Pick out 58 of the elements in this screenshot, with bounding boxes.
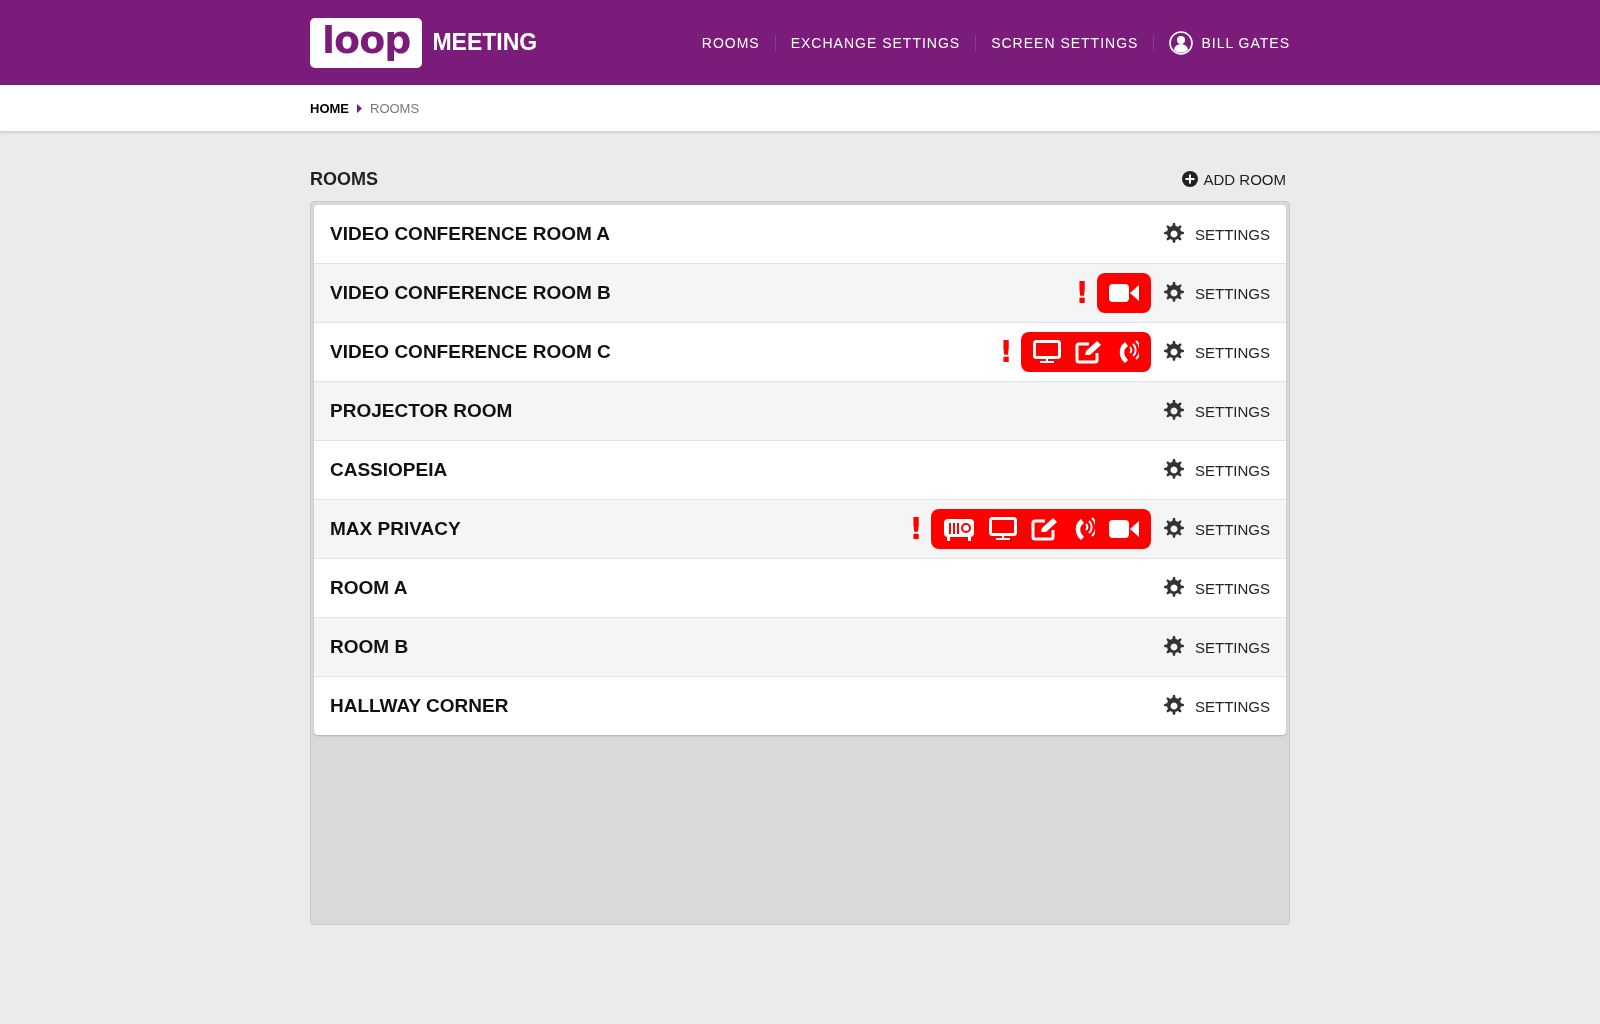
add-room-button[interactable]: ADD ROOM xyxy=(1177,170,1290,188)
user-avatar-icon xyxy=(1169,30,1194,55)
phone-signal-icon xyxy=(1073,516,1095,542)
room-row[interactable]: MAX PRIVACY ! SETTINGS xyxy=(314,499,1286,558)
edit-icon xyxy=(1075,340,1103,364)
nav-link[interactable]: ROOMS xyxy=(686,34,776,51)
plus-circle-icon xyxy=(1181,171,1198,187)
video-camera-icon xyxy=(1109,518,1139,540)
room-name: CASSIOPEIA xyxy=(330,459,449,481)
settings-icon xyxy=(1163,518,1185,540)
breadcrumb-link[interactable]: HOME xyxy=(310,100,349,116)
settings-button[interactable]: SETTINGS xyxy=(1163,695,1270,717)
nav-link[interactable]: EXCHANGE SETTINGS xyxy=(775,34,977,51)
breadcrumb-link[interactable]: ROOMS xyxy=(370,100,420,116)
settings-icon xyxy=(1163,459,1185,481)
edit-icon xyxy=(1031,517,1059,541)
settings-button[interactable]: SETTINGS xyxy=(1163,341,1270,363)
settings-icon xyxy=(1163,636,1185,658)
settings-icon xyxy=(1163,577,1185,599)
room-row[interactable]: VIDEO CONFERENCE ROOM A SETTINGS xyxy=(314,205,1286,263)
settings-button[interactable]: SETTINGS xyxy=(1163,400,1270,422)
room-row[interactable]: ROOM B SETTINGS xyxy=(314,617,1286,676)
alert-mark: ! xyxy=(909,514,923,544)
room-name: PROJECTOR ROOM xyxy=(330,400,514,422)
room-row[interactable]: PROJECTOR ROOM SETTINGS xyxy=(314,381,1286,440)
nav-link[interactable]: SCREEN SETTINGS xyxy=(976,34,1155,51)
room-name: VIDEO CONFERENCE ROOM C xyxy=(330,341,612,363)
settings-button[interactable]: SETTINGS xyxy=(1163,223,1270,245)
settings-button[interactable]: SETTINGS xyxy=(1163,282,1270,304)
room-name: ROOM A xyxy=(330,577,409,599)
settings-button[interactable]: SETTINGS xyxy=(1163,636,1270,658)
user-menu-link[interactable]: BILL GATES xyxy=(1201,34,1290,51)
monitor-icon xyxy=(1033,340,1061,364)
settings-button[interactable]: SETTINGS xyxy=(1163,518,1270,540)
settings-icon xyxy=(1163,341,1185,363)
room-name: VIDEO CONFERENCE ROOM A xyxy=(330,223,612,245)
room-name: HALLWAY CORNER xyxy=(330,695,510,717)
caret-right-icon xyxy=(357,103,362,113)
room-row[interactable]: VIDEO CONFERENCE ROOM B ! SETTINGS xyxy=(314,263,1286,322)
settings-button[interactable]: SETTINGS xyxy=(1163,459,1270,481)
settings-icon xyxy=(1163,695,1185,717)
monitor-icon xyxy=(989,517,1017,541)
settings-icon xyxy=(1163,282,1185,304)
logo: loop xyxy=(310,17,423,68)
room-row[interactable]: HALLWAY CORNER SETTINGS xyxy=(314,676,1286,735)
phone-signal-icon xyxy=(1117,339,1139,365)
room-name: MAX PRIVACY xyxy=(330,518,462,540)
product-name: MEETING xyxy=(432,29,538,56)
alert-mark: ! xyxy=(1075,278,1089,308)
settings-button[interactable]: SETTINGS xyxy=(1163,577,1270,599)
room-name: VIDEO CONFERENCE ROOM B xyxy=(330,282,612,304)
video-camera-icon xyxy=(1109,282,1139,304)
settings-icon xyxy=(1163,400,1185,422)
settings-icon xyxy=(1163,223,1185,245)
page-title: ROOMS xyxy=(310,168,378,190)
projector-icon xyxy=(943,516,975,542)
alert-mark: ! xyxy=(999,337,1013,367)
room-name: ROOM B xyxy=(330,636,410,658)
